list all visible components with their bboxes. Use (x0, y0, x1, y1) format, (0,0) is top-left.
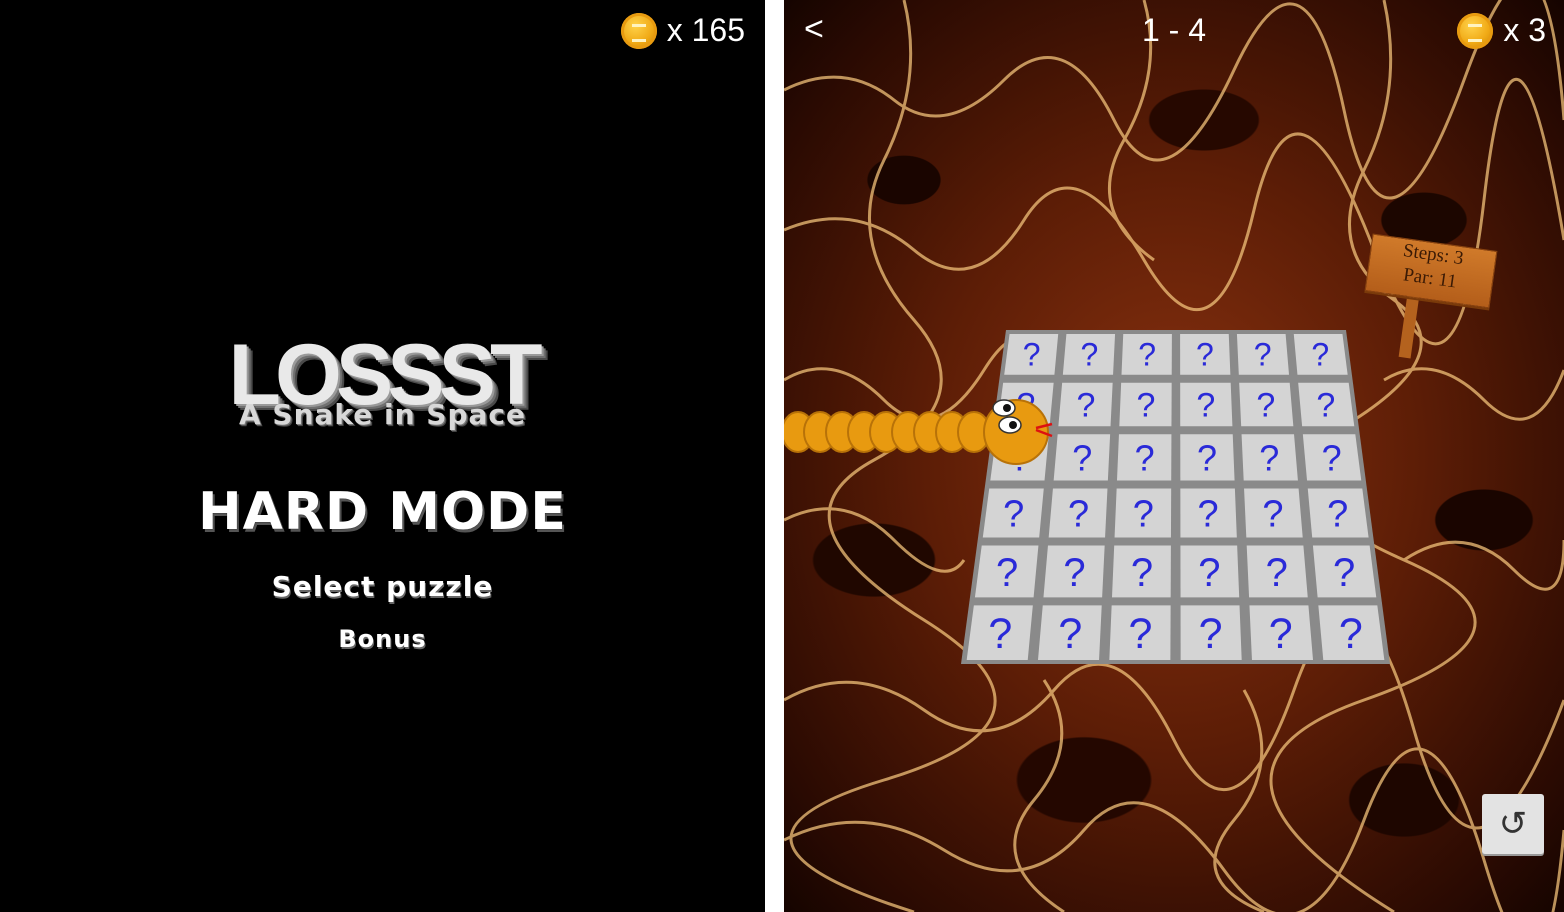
coin-counter: x 165 (620, 12, 745, 49)
game-screen: ???????????????????????????????????? Ste… (784, 0, 1564, 912)
logo-subtitle: A Snake in Space (239, 398, 526, 431)
coin-icon (1457, 12, 1494, 49)
bonus-button[interactable]: Bonus (0, 625, 765, 653)
undo-button[interactable]: ↺ (1482, 794, 1544, 854)
coin-icon (620, 12, 657, 49)
menu-screen: x 165 LOSSST A Snake in Space HARD MODE … (0, 0, 765, 912)
panel-divider (765, 0, 784, 912)
level-label: 1 - 4 (1141, 12, 1207, 48)
coin-counter: x 3 (1457, 12, 1546, 49)
coin-count: x 165 (666, 12, 745, 48)
coin-count: x 3 (1503, 12, 1546, 48)
snake (784, 399, 1053, 465)
mode-title[interactable]: HARD MODE (0, 482, 765, 542)
select-puzzle-button[interactable]: Select puzzle (0, 570, 765, 603)
